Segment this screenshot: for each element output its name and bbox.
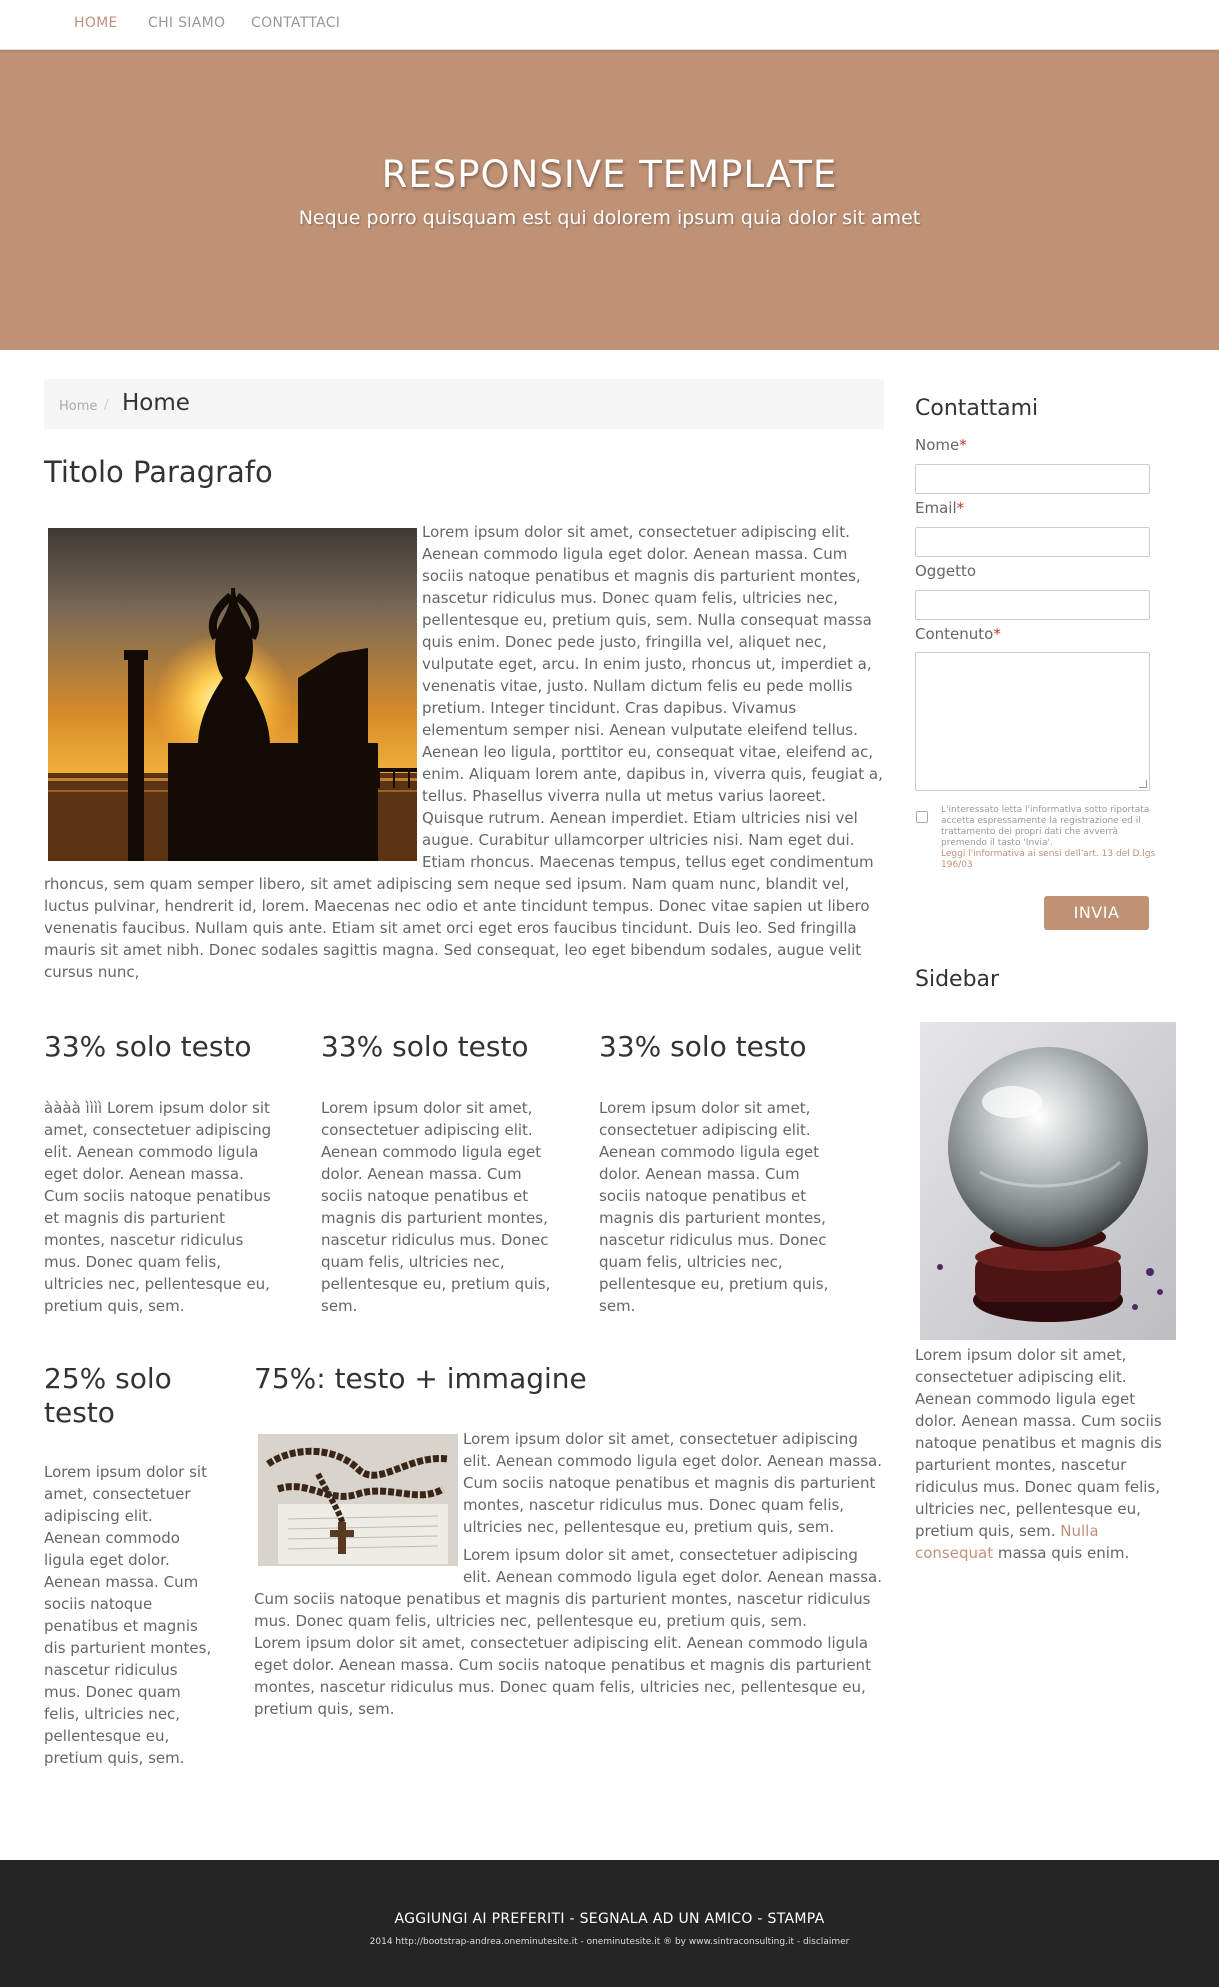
resize-grip-icon[interactable] (1139, 780, 1147, 788)
quarter-col-text: Lorem ipsum dolor sit amet, consectetuer… (44, 1463, 212, 1767)
third-col-3-title: 33% solo testo (599, 1030, 807, 1063)
hero-banner: RESPONSIVE TEMPLATE Neque porro quisquam… (0, 50, 1219, 350)
breadcrumb-current: Home (122, 390, 190, 416)
contact-form-title: Contattami (915, 396, 1039, 421)
three-quarter-paragraph: Lorem ipsum dolor sit amet, consectetuer… (254, 1428, 886, 1720)
breadcrumb-home-link[interactable]: Home (59, 399, 97, 414)
submit-button[interactable]: INVIA (1044, 896, 1149, 930)
privacy-link[interactable]: Leggi l'informativa ai sensi dell'art. 1… (941, 849, 1161, 871)
email-field[interactable] (915, 527, 1150, 557)
third-col-3-text: Lorem ipsum dolor sit amet, consectetuer… (599, 1099, 829, 1315)
third-col-2-title: 33% solo testo (321, 1030, 529, 1063)
meditation-sunset-photo (48, 528, 417, 861)
quarter-col-title: 25% solo testo (44, 1362, 172, 1429)
breadcrumb-separator: / (104, 398, 109, 413)
footer: AGGIUNGI AI PREFERITI - SEGNALA AD UN AM… (0, 1860, 1219, 1987)
footer-link-preferiti[interactable]: AGGIUNGI AI PREFERITI (395, 1911, 565, 1927)
sidebar-title: Sidebar (915, 967, 1000, 992)
hero-title: RESPONSIVE TEMPLATE (381, 153, 838, 196)
top-navbar: HOME CHI SIAMO CONTATTACI (0, 0, 1219, 50)
footer-credits: 2014 http://bootstrap-andrea.oneminutesi… (369, 1937, 850, 1947)
crystal-ball-photo (920, 1022, 1176, 1340)
main-paragraph: Lorem ipsum dolor sit amet, consectetuer… (44, 521, 886, 983)
sidebar-text: Lorem ipsum dolor sit amet, consectetuer… (915, 1346, 1162, 1562)
hero-subtitle: Neque porro quisquam est qui dolorem ips… (298, 207, 921, 229)
subject-field[interactable] (915, 590, 1150, 620)
privacy-text: L'interessato letta l'informativa sotto … (941, 805, 1150, 848)
footer-link-segnala[interactable]: SEGNALA AD UN AMICO (580, 1911, 753, 1927)
third-col-1-title: 33% solo testo (44, 1030, 252, 1063)
third-col-2-text: Lorem ipsum dolor sit amet, consectetuer… (321, 1099, 551, 1315)
nav-item-chi-siamo[interactable]: CHI SIAMO (148, 15, 225, 31)
nav-item-contattaci[interactable]: CONTATTACI (251, 15, 340, 31)
three-quarter-text-3: Lorem ipsum dolor sit amet, consectetuer… (254, 1634, 871, 1718)
three-quarter-title: 75%: testo + immagine (254, 1362, 587, 1395)
footer-links: AGGIUNGI AI PREFERITI - SEGNALA AD UN AM… (394, 1911, 825, 1927)
nav-item-home[interactable]: HOME (74, 15, 118, 31)
breadcrumb: Home / Home (44, 379, 884, 429)
rosary-photo (258, 1434, 458, 1566)
email-label: Email* (915, 499, 965, 517)
name-field[interactable] (915, 464, 1150, 494)
footer-link-stampa[interactable]: STAMPA (768, 1911, 825, 1927)
privacy-checkbox[interactable] (916, 811, 928, 823)
name-label: Nome* (915, 436, 967, 454)
privacy-notice: L'interessato letta l'informativa sotto … (941, 805, 1161, 871)
main-section-title: Titolo Paragrafo (44, 455, 273, 489)
content-textarea[interactable] (915, 652, 1150, 791)
third-col-1-text: àààà ìììì Lorem ipsum dolor sit amet, co… (44, 1099, 272, 1315)
subject-label: Oggetto (915, 562, 977, 580)
content-label: Contenuto* (915, 625, 1001, 643)
